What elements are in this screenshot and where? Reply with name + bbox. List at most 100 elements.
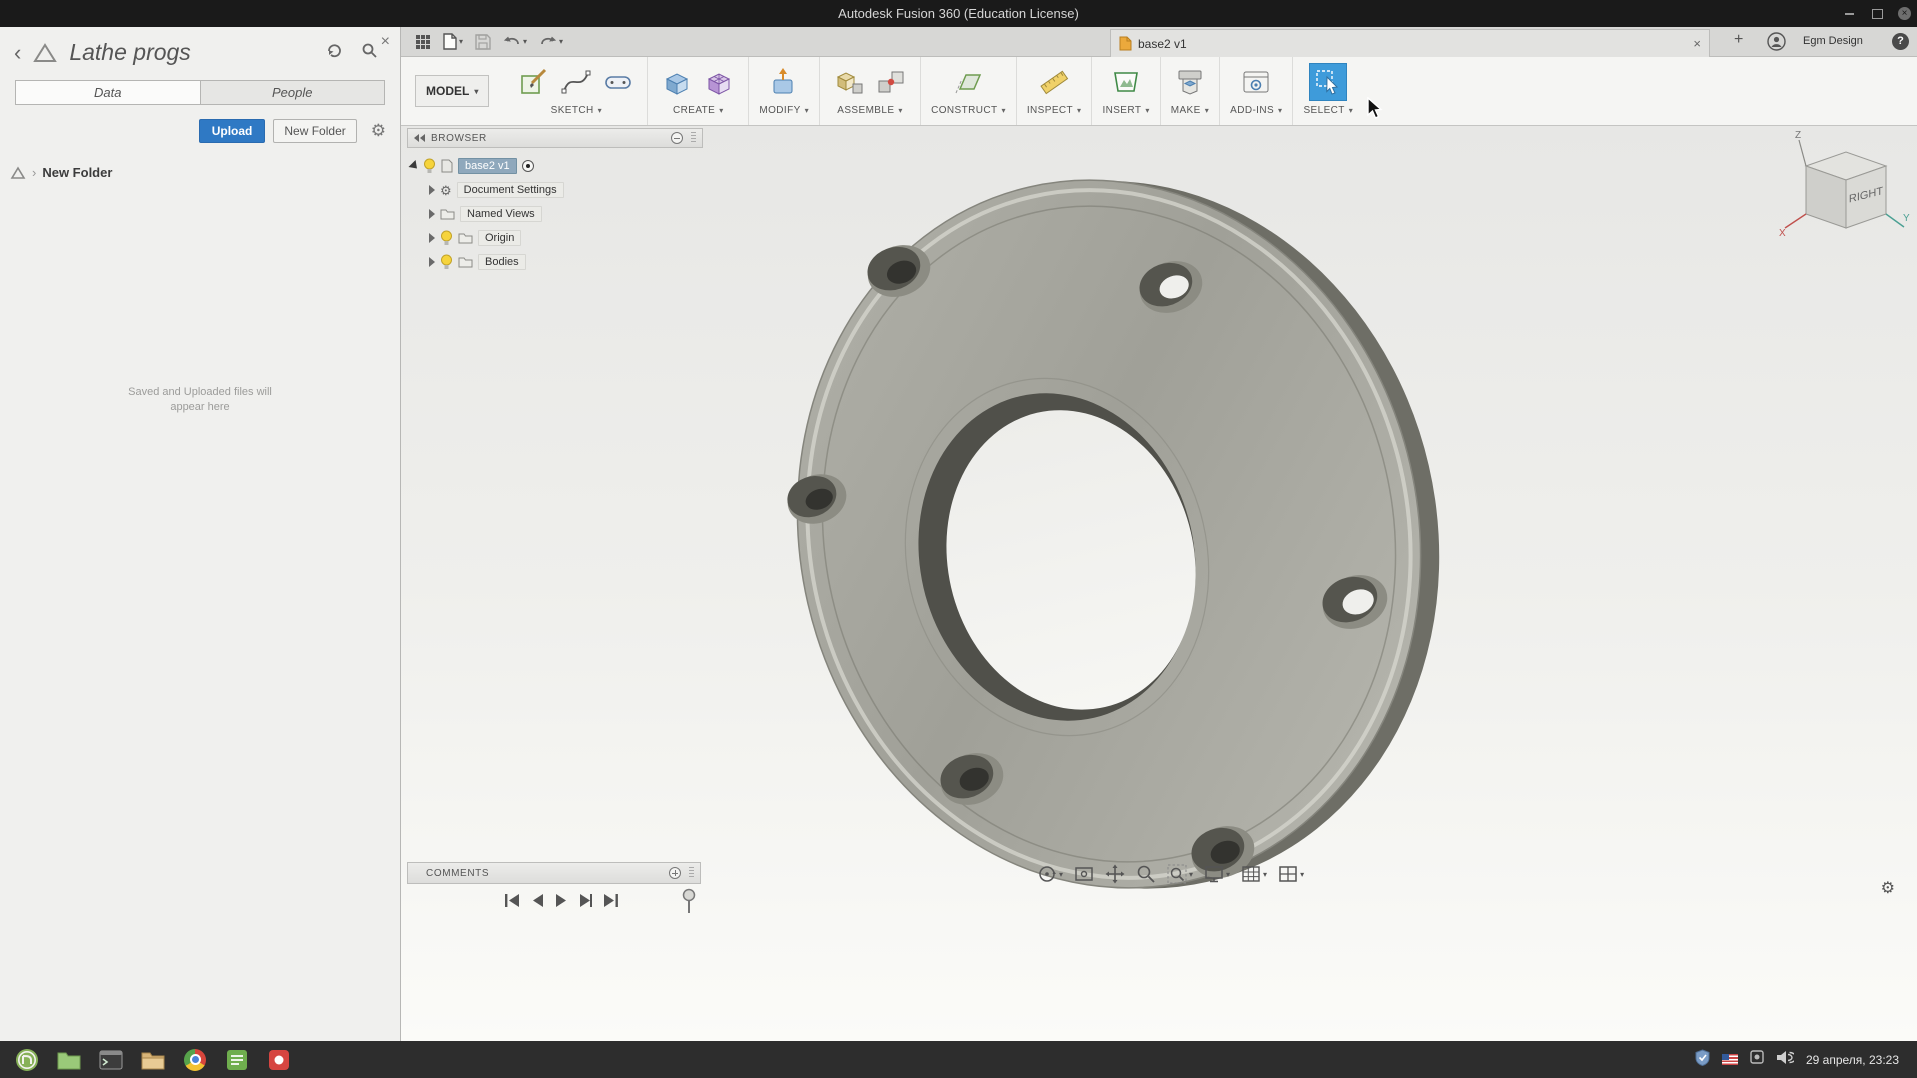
timeline-position-marker[interactable] — [680, 888, 698, 914]
data-panel-close-icon[interactable]: × — [381, 33, 390, 51]
comments-bar[interactable]: COMMENTS — [407, 862, 701, 884]
measure-icon[interactable] — [1035, 63, 1073, 101]
display-settings-icon[interactable]: ▾ — [1202, 862, 1232, 886]
grid-snap-icon[interactable]: ▾ — [1239, 862, 1269, 886]
ribbon-dropdown-assemble[interactable]: ASSEMBLE ▾ — [837, 105, 903, 116]
back-icon[interactable]: ‹ — [10, 41, 25, 63]
close-window-button[interactable]: × — [1898, 7, 1911, 20]
viewcube[interactable]: RIGHT X Y Z — [1771, 128, 1911, 248]
tab-data[interactable]: Data — [16, 81, 200, 104]
maximize-button[interactable] — [1870, 7, 1884, 21]
titlebar[interactable]: Autodesk Fusion 360 (Education License) … — [0, 0, 1917, 27]
preferences-gear-icon[interactable]: ⚙ — [1881, 878, 1895, 898]
step-back-button[interactable] — [531, 894, 544, 907]
insert-canvas-icon[interactable] — [1107, 63, 1145, 101]
expand-arrow-icon[interactable] — [408, 159, 421, 173]
tab-people[interactable]: People — [199, 81, 384, 104]
look-at-icon[interactable] — [1072, 862, 1096, 886]
new-component-icon[interactable] — [830, 63, 868, 101]
red-app-icon[interactable] — [260, 1043, 298, 1076]
press-pull-icon[interactable] — [765, 63, 803, 101]
tray-status-icon[interactable] — [1750, 1050, 1764, 1069]
breadcrumb[interactable]: › New Folder — [0, 143, 400, 180]
bulb-icon[interactable] — [440, 254, 453, 270]
redo-button[interactable]: ▾ — [535, 32, 567, 52]
tree-item-label[interactable]: Named Views — [460, 206, 542, 222]
mint-menu-icon[interactable] — [8, 1043, 46, 1076]
ribbon-dropdown-addins[interactable]: ADD-INS ▾ — [1230, 105, 1282, 116]
viewports-icon[interactable]: ▾ — [1276, 862, 1306, 886]
ribbon-dropdown-insert[interactable]: INSERT ▾ — [1102, 105, 1149, 116]
make-3dprint-icon[interactable] — [1171, 63, 1209, 101]
file-manager-icon[interactable] — [134, 1043, 172, 1076]
browser-item-origin[interactable]: Origin — [407, 226, 703, 250]
panel-grip-handle[interactable] — [689, 867, 694, 879]
collapsed-arrow-icon[interactable] — [429, 185, 435, 195]
tree-item-label[interactable]: Origin — [478, 230, 522, 246]
collapse-panel-icon[interactable] — [414, 134, 425, 142]
minimize-panel-icon[interactable] — [671, 132, 683, 144]
construction-plane-icon[interactable] — [949, 63, 987, 101]
tree-item-label[interactable]: Bodies — [478, 254, 526, 270]
text-editor-icon[interactable] — [218, 1043, 256, 1076]
help-icon[interactable]: ? — [1892, 33, 1909, 50]
modeling-canvas[interactable]: RIGHT X Y Z BROWSER base2 v1 ⚙ Document … — [401, 126, 1917, 1041]
bulb-icon[interactable] — [423, 158, 436, 174]
root-component-label[interactable]: base2 v1 — [458, 158, 517, 174]
panel-grip-handle[interactable] — [691, 132, 696, 144]
go-to-start-button[interactable] — [505, 894, 520, 907]
zoom-icon[interactable] — [1134, 862, 1158, 886]
ribbon-dropdown-make[interactable]: MAKE ▾ — [1171, 105, 1209, 116]
ribbon-dropdown-sketch[interactable]: SKETCH ▾ — [551, 105, 602, 116]
minimize-button[interactable] — [1842, 7, 1856, 21]
tree-item-label[interactable]: Document Settings — [456, 182, 564, 198]
search-icon[interactable] — [361, 42, 378, 64]
browser-item-document-settings[interactable]: ⚙ Document Settings — [407, 178, 703, 202]
browser-item-bodies[interactable]: Bodies — [407, 250, 703, 274]
undo-button[interactable]: ▾ — [499, 32, 531, 52]
browser-root-row[interactable]: base2 v1 — [407, 154, 703, 178]
save-button[interactable] — [471, 31, 495, 53]
sketch-spline-icon[interactable] — [557, 63, 595, 101]
expand-comments-icon[interactable] — [669, 867, 681, 879]
keyboard-layout-flag-icon[interactable] — [1722, 1054, 1738, 1065]
ribbon-dropdown-construct[interactable]: CONSTRUCT ▾ — [931, 105, 1006, 116]
ribbon-dropdown-modify[interactable]: MODIFY ▾ — [759, 105, 809, 116]
chrome-browser-icon[interactable] — [176, 1043, 214, 1076]
browser-header[interactable]: BROWSER — [407, 128, 703, 148]
workspace-selector[interactable]: MODEL ▾ — [415, 75, 490, 107]
breadcrumb-folder-label[interactable]: New Folder — [42, 165, 112, 180]
new-tab-button[interactable]: + — [1734, 31, 1743, 49]
ribbon-dropdown-create[interactable]: CREATE ▾ — [673, 105, 724, 116]
bulb-icon[interactable] — [440, 230, 453, 246]
step-forward-button[interactable] — [579, 894, 592, 907]
user-account-button[interactable]: Egm Design — [1803, 35, 1863, 47]
taskbar-clock[interactable]: 29 апреля, 23:23 — [1806, 1053, 1899, 1067]
sketch-slot-icon[interactable] — [599, 63, 637, 101]
create-sketch-icon[interactable] — [515, 63, 553, 101]
go-to-end-button[interactable] — [603, 894, 618, 907]
firewall-shield-icon[interactable] — [1695, 1048, 1710, 1071]
terminal-icon[interactable] — [92, 1043, 130, 1076]
browser-item-named-views[interactable]: Named Views — [407, 202, 703, 226]
extrude-icon[interactable] — [658, 63, 696, 101]
collapsed-arrow-icon[interactable] — [429, 209, 435, 219]
green-folder-icon[interactable] — [50, 1043, 88, 1076]
refresh-icon[interactable] — [326, 42, 343, 64]
file-menu-button[interactable]: ▾ — [439, 30, 467, 53]
pan-icon[interactable] — [1103, 862, 1127, 886]
addins-scripts-icon[interactable] — [1237, 63, 1275, 101]
document-tab[interactable]: base2 v1 × — [1110, 29, 1710, 57]
collapsed-arrow-icon[interactable] — [429, 233, 435, 243]
close-tab-icon[interactable]: × — [1693, 36, 1701, 51]
data-panel-gear-icon[interactable]: ⚙ — [371, 121, 386, 141]
job-status-icon[interactable] — [1767, 32, 1786, 56]
collapsed-arrow-icon[interactable] — [429, 257, 435, 267]
activate-component-radio[interactable] — [521, 160, 534, 172]
volume-icon[interactable] — [1776, 1050, 1797, 1070]
joint-icon[interactable] — [872, 63, 910, 101]
new-folder-button[interactable]: New Folder — [273, 119, 357, 143]
app-grid-icon[interactable] — [411, 31, 435, 53]
ribbon-dropdown-select[interactable]: SELECT ▾ — [1303, 105, 1353, 116]
upload-button[interactable]: Upload — [198, 119, 266, 143]
